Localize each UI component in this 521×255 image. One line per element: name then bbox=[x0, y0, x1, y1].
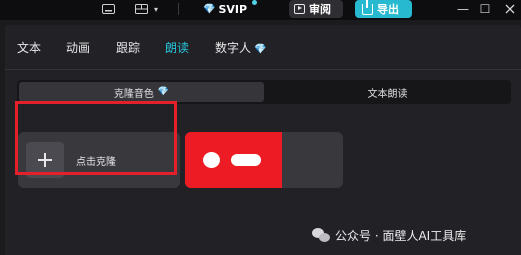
close-button[interactable] bbox=[499, 0, 521, 18]
svip-label: SVIP bbox=[218, 2, 248, 16]
close-icon bbox=[505, 4, 515, 14]
panel-tab-bar: 文本 动画 跟踪 朗读 数字人 💎 bbox=[5, 25, 521, 65]
wechat-icon bbox=[312, 227, 330, 243]
segment-text-read-aloud[interactable]: 文本朗读 bbox=[266, 82, 509, 102]
tab-divider bbox=[5, 69, 521, 70]
watermark-text: 公众号 · 面壁人AI工具库 bbox=[335, 228, 467, 243]
tab-digital-human-label: 数字人 bbox=[215, 41, 252, 55]
minimize-icon: — bbox=[457, 2, 469, 16]
maximize-button[interactable]: ☐ bbox=[474, 0, 496, 18]
svip-badge[interactable]: 💎 SVIP bbox=[203, 0, 255, 18]
redaction-overlay bbox=[185, 132, 282, 188]
redaction-mark bbox=[203, 152, 220, 168]
annotation-highlight-box bbox=[15, 101, 177, 175]
review-button[interactable]: 审阅 bbox=[289, 0, 343, 18]
tab-read-aloud[interactable]: 朗读 bbox=[165, 39, 189, 56]
diamond-icon: 💎 bbox=[157, 87, 170, 97]
minimize-button[interactable]: — bbox=[452, 0, 474, 18]
diamond-icon: 💎 bbox=[203, 3, 216, 15]
layout-icon[interactable] bbox=[132, 1, 150, 17]
cloned-voice-card[interactable] bbox=[185, 132, 343, 188]
segment-text-read-aloud-label: 文本朗读 bbox=[367, 88, 408, 100]
notification-dot bbox=[252, 0, 257, 5]
review-label: 审阅 bbox=[309, 3, 331, 16]
diamond-icon: 💎 bbox=[254, 44, 267, 55]
layout-dropdown-chevron-icon[interactable]: ▾ bbox=[150, 1, 162, 17]
watermark: 公众号 · 面壁人AI工具库 bbox=[312, 226, 466, 244]
title-bar: ▾ 💎 SVIP 审阅 导出 — ☐ bbox=[0, 0, 521, 20]
redaction-mark bbox=[231, 154, 261, 166]
keyboard-icon[interactable] bbox=[99, 1, 117, 17]
tab-tracking[interactable]: 跟踪 bbox=[116, 39, 140, 56]
tab-animation[interactable]: 动画 bbox=[66, 39, 90, 56]
export-button[interactable]: 导出 bbox=[355, 0, 412, 18]
export-icon bbox=[362, 0, 373, 15]
tab-digital-human[interactable]: 数字人 💎 bbox=[215, 39, 266, 56]
maximize-icon: ☐ bbox=[479, 2, 491, 16]
export-label: 导出 bbox=[377, 3, 399, 16]
segment-clone-voice-label: 克隆音色 bbox=[113, 88, 154, 100]
segment-clone-voice[interactable]: 克隆音色 💎 bbox=[19, 82, 264, 102]
tab-text[interactable]: 文本 bbox=[17, 39, 41, 56]
review-icon bbox=[294, 4, 305, 14]
toolbar-divider bbox=[178, 3, 179, 15]
